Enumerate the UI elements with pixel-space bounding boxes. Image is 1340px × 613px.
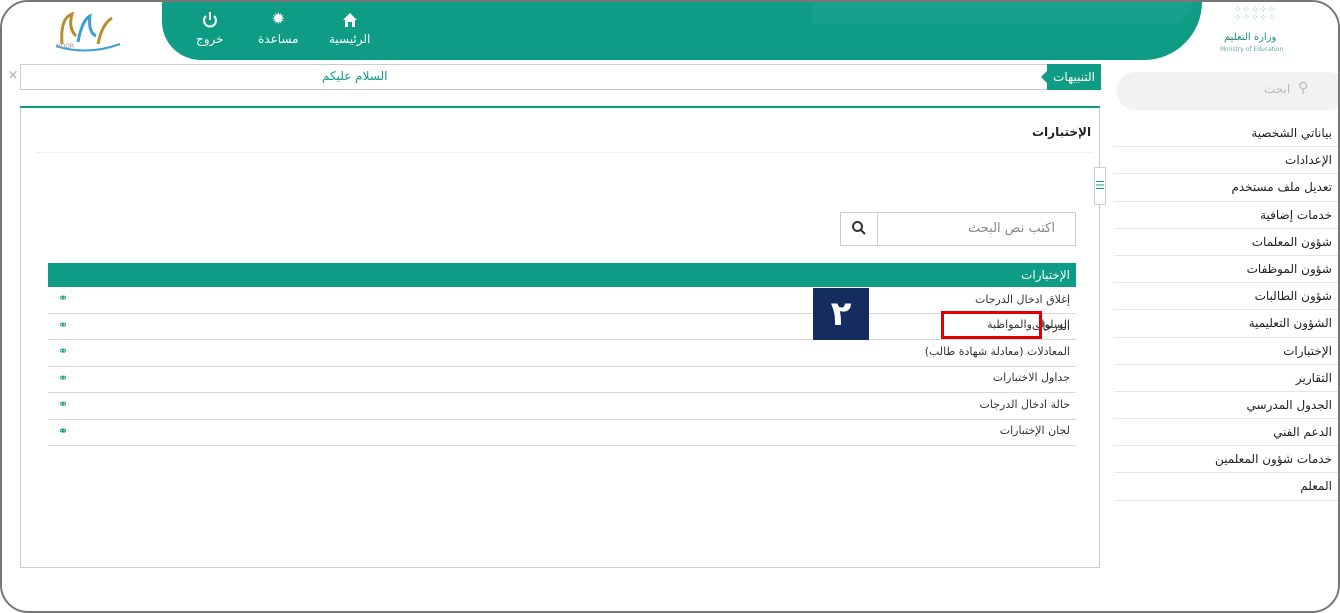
- sidebar-item-label: الجدول المدرسي: [1246, 397, 1332, 412]
- sidebar-item-label: شؤون الطالبات: [1254, 289, 1332, 304]
- table-header: الإختبارات: [48, 263, 1076, 287]
- sidebar-item-tech-support[interactable]: الدعم الفني: [1114, 419, 1338, 447]
- sidebar-item-label: بياناتي الشخصية: [1251, 126, 1332, 140]
- table-row[interactable]: جداول الاختبارات ⚭: [48, 371, 1076, 420]
- link-icon[interactable]: ⚭: [58, 424, 68, 438]
- sidebar-item-extra-services[interactable]: خدمات إضافية: [1114, 202, 1338, 229]
- search-button[interactable]: [840, 212, 878, 246]
- help-button[interactable]: ✹ مساعدة: [258, 9, 299, 47]
- table-row[interactable]: إغلاق ادخال الدرجات ⚭: [48, 287, 1076, 314]
- top-bar-band: [162, 2, 1202, 60]
- sidebar-item-students-affairs[interactable]: شؤون الطالبات: [1114, 283, 1338, 311]
- sidebar-item-reports[interactable]: التقارير: [1114, 365, 1338, 392]
- sidebar-item-label: الإختبارات: [1283, 343, 1332, 358]
- sidebar-item-educational-affairs[interactable]: الشؤون التعليمية: [1114, 310, 1338, 338]
- row-label: إغلاق ادخال الدرجات: [975, 293, 1070, 306]
- link-icon[interactable]: ⚭: [58, 318, 68, 332]
- sidebar-item-exams[interactable]: الإختبارات: [1114, 338, 1338, 365]
- link-icon[interactable]: ⚭: [58, 344, 68, 358]
- home-label: الرئيسية: [329, 32, 371, 46]
- alerts-message: السلام عليكم: [322, 69, 388, 83]
- logout-label: خروج: [196, 32, 224, 46]
- sidebar-item-label: شؤون الموظفات: [1246, 261, 1332, 276]
- sidebar-search-placeholder: ابحث: [1264, 82, 1291, 96]
- power-icon: [202, 12, 217, 28]
- row-label: حالة ادخال الدرجات: [979, 397, 1071, 411]
- sidebar-item-label: الشؤون التعليمية: [1248, 316, 1332, 331]
- row-label: لجان الإختبارات: [999, 424, 1070, 437]
- sidebar-toggle-icon[interactable]: ☰: [1094, 167, 1106, 205]
- link-icon[interactable]: ⚭: [58, 291, 68, 305]
- ministry-name-ar: وزارة التعليم: [1224, 32, 1277, 43]
- home-icon: [342, 13, 357, 27]
- sidebar-item-label: الدعم الفني: [1273, 425, 1332, 440]
- page-title: الإختبارات: [1032, 125, 1092, 139]
- sidebar-item-teacher[interactable]: المعلم: [1114, 473, 1338, 501]
- alerts-tag[interactable]: التنبيهات: [1041, 64, 1101, 90]
- sidebar-item-edit-user[interactable]: تعديل ملف مستخدم: [1114, 174, 1338, 202]
- sidebar-item-label: التقارير: [1295, 370, 1332, 385]
- link-icon[interactable]: ⚭: [58, 371, 68, 385]
- table-row[interactable]: لجان الإختبارات ⚭: [48, 424, 1076, 473]
- table-row[interactable]: الدرجات ⚭: [48, 314, 1076, 340]
- search-placeholder: اكتب نص البحث: [968, 221, 1055, 236]
- app-window: NOOR خروج ✹ مساعدة الرئيسية ⁘⁘⁘⁘⁘ ⁘⁘⁘⁘⁘ و…: [0, 0, 1340, 613]
- close-icon[interactable]: ×: [6, 64, 20, 90]
- ministry-logo-icon: ⁘⁘⁘⁘⁘ ⁘⁘⁘⁘⁘: [1234, 5, 1277, 23]
- search-icon: [851, 221, 866, 235]
- sidebar-item-label: خدمات إضافية: [1260, 207, 1332, 222]
- panel-accent-line: [20, 106, 1100, 108]
- top-bar: NOOR خروج ✹ مساعدة الرئيسية ⁘⁘⁘⁘⁘ ⁘⁘⁘⁘⁘ و…: [2, 2, 1338, 60]
- highlight-box: [941, 311, 1042, 339]
- alerts-bar: [20, 64, 1100, 90]
- sidebar-item-teachers-affairs[interactable]: شؤون المعلمات: [1114, 229, 1338, 256]
- search-icon: ⚲: [1298, 80, 1309, 96]
- divider: [36, 152, 1094, 153]
- link-icon[interactable]: ⚭: [58, 397, 68, 411]
- sidebar-item-label: شؤون المعلمات: [1251, 234, 1332, 249]
- step-badge: ٢: [813, 288, 869, 340]
- table-row[interactable]: السلوك والمواظبة ⚭: [48, 318, 1076, 367]
- sidebar-item-staff-affairs[interactable]: شؤون الموظفات: [1114, 256, 1338, 284]
- noor-logo-text: NOOR: [56, 43, 75, 50]
- row-label: جداول الاختبارات: [992, 371, 1070, 384]
- sidebar-item-label: تعديل ملف مستخدم: [1231, 180, 1332, 195]
- sidebar-item-label: المعلم: [1300, 479, 1332, 494]
- sidebar-item-label: الإعدادات: [1285, 153, 1332, 168]
- sidebar-item-label: خدمات شؤون المعلمين: [1215, 452, 1332, 467]
- gear-icon: ✹: [271, 9, 285, 28]
- sidebar-menu: بياناتي الشخصية الإعدادات تعديل ملف مستخ…: [1114, 120, 1338, 501]
- home-button[interactable]: الرئيسية: [329, 10, 370, 46]
- sidebar-item-settings[interactable]: الإعدادات: [1114, 147, 1338, 175]
- table-row[interactable]: المعادلات (معادلة شهادة طالب) ⚭: [48, 345, 1076, 393]
- table-row[interactable]: حالة ادخال الدرجات ⚭: [48, 398, 1076, 446]
- sidebar-item-school-schedule[interactable]: الجدول المدرسي: [1114, 392, 1338, 420]
- row-label: المعادلات (معادلة شهادة طالب): [924, 344, 1070, 358]
- sidebar-item-teacher-services[interactable]: خدمات شؤون المعلمين: [1114, 446, 1338, 474]
- help-label: مساعدة: [258, 32, 299, 46]
- logout-button[interactable]: خروج: [196, 10, 224, 46]
- sidebar-item-personal-data[interactable]: بياناتي الشخصية: [1114, 120, 1338, 148]
- ministry-name-en: Ministry of Education: [1220, 46, 1284, 53]
